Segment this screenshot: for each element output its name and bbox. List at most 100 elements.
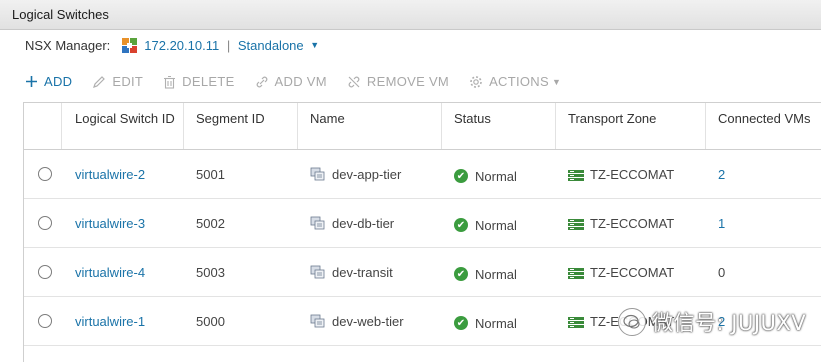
header-label: Logical Switch ID (75, 111, 175, 126)
nsx-manager-mode: Standalone (237, 38, 304, 53)
row-segment-id-cell: 5003 (184, 248, 298, 296)
delete-button-label: DELETE (182, 74, 235, 89)
header-connected-vms[interactable]: Connected VMs (706, 103, 821, 149)
row-name: dev-web-tier (332, 313, 404, 329)
row-status-cell: ✔ Normal (442, 199, 556, 247)
transport-zone-icon (568, 267, 584, 279)
nsx-manager-icon (122, 38, 138, 53)
row-segment-id: 5001 (196, 166, 225, 182)
table-row[interactable]: virtualwire-2 5001 dev-app-tier ✔ Normal TZ-E… (24, 150, 821, 199)
row-select-cell (24, 199, 62, 247)
row-status: Normal (475, 168, 517, 184)
row-logical-switch-id-cell: virtualwire-3 (63, 199, 184, 247)
row-select-cell (24, 150, 62, 198)
row-radio-button[interactable] (38, 167, 52, 181)
header-segment-id[interactable]: Segment ID (184, 103, 298, 149)
delete-button[interactable]: DELETE (163, 74, 234, 89)
header-transport-zone[interactable]: Transport Zone (556, 103, 706, 149)
row-logical-switch-id-cell: virtualwire-2 (63, 150, 184, 198)
nsx-manager-separator: | (226, 38, 231, 53)
unlink-icon (347, 75, 361, 89)
plus-icon (25, 75, 38, 88)
wechat-icon (618, 308, 646, 336)
nsx-manager-selector-row: NSX Manager: 172.20.10.11 | Standalone ▼ (25, 38, 319, 53)
row-transport-zone-cell: TZ-ECCOMAT (556, 248, 706, 296)
logical-switch-icon (310, 166, 326, 182)
header-select-column (24, 103, 62, 149)
transport-zone-icon (568, 218, 584, 230)
row-transport-zone: TZ-ECCOMAT (590, 215, 675, 231)
add-vm-button-label: ADD VM (274, 74, 327, 89)
check-circle-icon: ✔ (454, 267, 468, 281)
header-name[interactable]: Name (298, 103, 442, 149)
row-connected-vms-cell: 1 (706, 199, 821, 247)
actions-menu-label: ACTIONS (489, 74, 549, 89)
header-status[interactable]: Status (442, 103, 556, 149)
transport-zone-icon (568, 316, 584, 328)
edit-button[interactable]: EDIT (92, 74, 143, 89)
status-indicator: ✔ Normal (454, 316, 517, 331)
nsx-manager-dropdown[interactable]: 172.20.10.11 | Standalone ▼ (144, 38, 319, 53)
table-row[interactable]: virtualwire-3 5002 dev-db-tier ✔ Normal TZ-EC… (24, 199, 821, 248)
actions-menu[interactable]: ACTIONS ▼ (469, 74, 561, 89)
row-segment-id: 5000 (196, 313, 225, 329)
add-button[interactable]: ADD (25, 74, 72, 89)
row-logical-switch-id[interactable]: virtualwire-2 (75, 167, 145, 182)
link-icon (255, 75, 269, 89)
header-label: Transport Zone (568, 111, 657, 126)
add-vm-button[interactable]: ADD VM (255, 74, 327, 89)
row-logical-switch-id[interactable]: virtualwire-4 (75, 265, 145, 280)
row-radio-button[interactable] (38, 216, 52, 230)
pencil-icon (92, 75, 106, 89)
row-transport-zone: TZ-ECCOMAT (590, 166, 675, 182)
row-select-cell (24, 297, 62, 345)
remove-vm-button[interactable]: REMOVE VM (347, 74, 449, 89)
remove-vm-button-label: REMOVE VM (366, 74, 450, 89)
status-indicator: ✔ Normal (454, 218, 517, 233)
check-circle-icon: ✔ (454, 316, 468, 330)
row-transport-zone-cell: TZ-ECCOMAT (556, 199, 706, 247)
logical-switch-icon (310, 215, 326, 231)
status-indicator: ✔ Normal (454, 169, 517, 184)
nsx-manager-label: NSX Manager: (25, 38, 111, 53)
nsx-manager-ip: 172.20.10.11 (144, 38, 220, 53)
header-logical-switch-id[interactable]: Logical Switch ID (63, 103, 184, 149)
row-name-cell: dev-transit (298, 248, 442, 296)
toolbar: ADD EDIT DELETE ADD VM REMOVE VM ACTIONS… (25, 74, 581, 89)
row-segment-id-cell: 5002 (184, 199, 298, 247)
row-name-cell: dev-app-tier (298, 150, 442, 198)
add-button-label: ADD (44, 74, 73, 89)
header-label: Name (310, 111, 345, 126)
row-segment-id-cell: 5000 (184, 297, 298, 345)
header-label: Segment ID (196, 111, 265, 126)
row-logical-switch-id[interactable]: virtualwire-1 (75, 314, 145, 329)
trash-icon (163, 75, 176, 89)
row-radio-button[interactable] (38, 314, 52, 328)
header-label: Connected VMs (718, 111, 811, 126)
table-row[interactable]: virtualwire-4 5003 dev-transit ✔ Normal TZ-EC… (24, 248, 821, 297)
status-indicator: ✔ Normal (454, 267, 517, 282)
header-label: Status (454, 111, 491, 126)
row-logical-switch-id-cell: virtualwire-1 (63, 297, 184, 345)
row-status-cell: ✔ Normal (442, 297, 556, 345)
watermark-text: 微信号: JUJUXV (652, 311, 807, 335)
window-title-bar: Logical Switches (0, 0, 821, 30)
row-connected-vms-cell: 0 (706, 248, 821, 296)
row-name: dev-transit (332, 264, 393, 280)
row-logical-switch-id[interactable]: virtualwire-3 (75, 216, 145, 231)
edit-button-label: EDIT (112, 74, 144, 89)
row-connected-vms[interactable]: 1 (718, 216, 725, 231)
row-segment-id: 5003 (196, 264, 225, 280)
row-connected-vms: 0 (718, 264, 726, 280)
row-status: Normal (475, 315, 517, 331)
chevron-down-icon: ▼ (310, 40, 320, 50)
check-circle-icon: ✔ (454, 169, 468, 183)
row-logical-switch-id-cell: virtualwire-4 (63, 248, 184, 296)
gear-icon (469, 75, 483, 89)
transport-zone-icon (568, 169, 584, 181)
row-transport-zone: TZ-ECCOMAT (590, 264, 675, 280)
row-radio-button[interactable] (38, 265, 52, 279)
row-status: Normal (475, 266, 517, 282)
row-connected-vms[interactable]: 2 (718, 167, 725, 182)
chevron-down-icon: ▼ (551, 76, 562, 87)
